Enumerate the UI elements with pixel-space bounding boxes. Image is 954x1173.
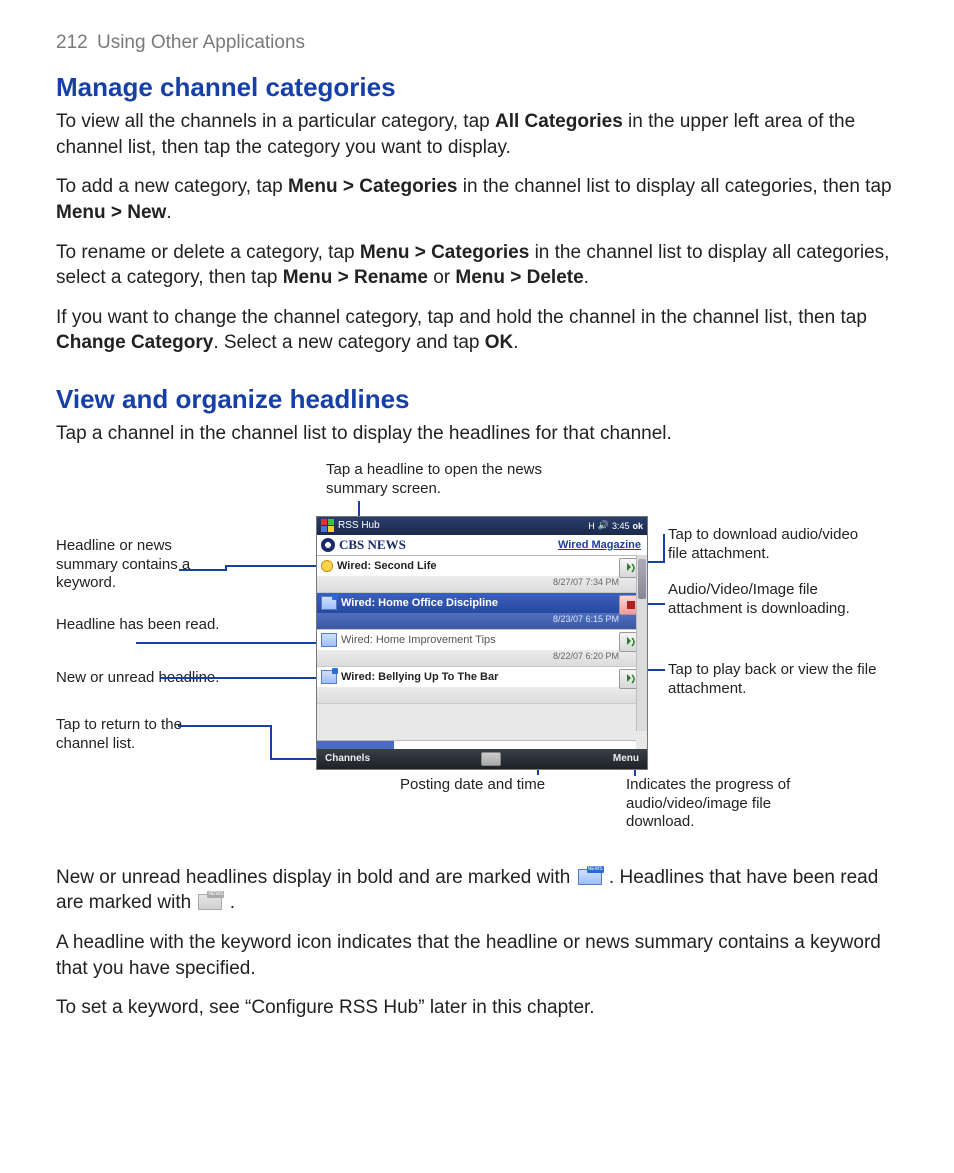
para: To rename or delete a category, tap Menu…	[56, 240, 898, 291]
para: To view all the channels in a particular…	[56, 109, 898, 160]
news-unread-icon	[578, 869, 602, 885]
windows-icon[interactable]	[321, 519, 334, 532]
clock: 3:45	[612, 521, 630, 531]
channel-brand: CBS NEWS	[317, 537, 406, 553]
headline-date	[317, 687, 647, 703]
signal-icon: H	[588, 521, 595, 531]
leader-line	[179, 569, 227, 571]
scrollbar-thumb[interactable]	[638, 559, 646, 599]
speaker-icon: 🔊	[598, 520, 609, 531]
download-progress	[317, 740, 636, 749]
download-progress-fill	[317, 741, 394, 749]
leader-line	[178, 725, 272, 727]
callout-keyword: Headline or news summary contains a keyw…	[56, 537, 226, 593]
para: New or unread headlines display in bold …	[56, 865, 898, 916]
callout-playback: Tap to play back or view the file attach…	[668, 661, 878, 699]
softkey-channels[interactable]: Channels	[325, 753, 370, 764]
chapter-title: Using Other Applications	[97, 32, 305, 53]
running-head: 212 Using Other Applications	[56, 32, 898, 54]
headline-row[interactable]: Wired: Bellying Up To The Bar	[317, 667, 647, 704]
scrollbar[interactable]	[636, 555, 647, 731]
magazine-link[interactable]: Wired Magazine	[558, 539, 647, 551]
headline-date: 8/22/07 6:20 PM	[317, 650, 647, 666]
headline-row[interactable]: Wired: Home Improvement Tips 8/22/07 6:2…	[317, 630, 647, 667]
headline-title: Wired: Home Improvement Tips	[341, 634, 496, 646]
callout-downloading: Audio/Video/Image file attachment is dow…	[668, 581, 878, 619]
headline-title: Wired: Bellying Up To The Bar	[341, 671, 498, 683]
leader-line	[136, 642, 326, 644]
app-title: RSS Hub	[338, 520, 380, 531]
section-title-manage: Manage channel categories	[56, 72, 898, 103]
headline-title: Wired: Home Office Discipline	[341, 597, 498, 609]
headline-title: Wired: Second Life	[337, 560, 437, 572]
headline-date: 8/27/07 7:34 PM	[317, 576, 647, 592]
softkey-bar: Channels Menu	[317, 749, 647, 769]
channel-header: CBS NEWS Wired Magazine	[317, 535, 647, 556]
headline-date: 8/23/07 6:15 PM	[317, 613, 647, 629]
para: To add a new category, tap Menu > Catego…	[56, 174, 898, 225]
headline-row[interactable]: Wired: Home Office Discipline 8/23/07 6:…	[317, 593, 647, 630]
ok-button[interactable]: ok	[632, 521, 643, 531]
softkey-menu[interactable]: Menu	[613, 753, 639, 764]
cbs-eye-icon	[321, 538, 335, 552]
leader-line	[270, 725, 272, 758]
para: If you want to change the channel catego…	[56, 305, 898, 356]
figure: Tap a headline to open the news summary …	[56, 461, 898, 861]
news-unread-icon	[321, 596, 337, 610]
callout-progress: Indicates the progress of audio/video/im…	[626, 776, 836, 832]
keyboard-icon[interactable]	[481, 752, 501, 766]
callout-read: Headline has been read.	[56, 616, 226, 635]
callout-date: Posting date and time	[400, 776, 545, 795]
status-bar: RSS Hub H 🔊 3:45 ok	[317, 517, 647, 535]
para: A headline with the keyword icon indicat…	[56, 930, 898, 981]
headline-row[interactable]: Wired: Second Life 8/27/07 7:34 PM	[317, 556, 647, 593]
device-screenshot: RSS Hub H 🔊 3:45 ok CBS NEWS Wired Magaz…	[316, 516, 648, 770]
para: Tap a channel in the channel list to dis…	[56, 421, 898, 447]
keyword-icon	[321, 560, 333, 572]
callout-top: Tap a headline to open the news summary …	[326, 461, 576, 499]
leader-line	[225, 565, 227, 571]
callout-return: Tap to return to the channel list.	[56, 716, 226, 754]
page-number: 212	[56, 32, 88, 53]
leader-line	[663, 534, 665, 563]
section-title-view: View and organize headlines	[56, 384, 898, 415]
callout-download: Tap to download audio/video file attachm…	[668, 526, 878, 564]
leader-line	[225, 565, 327, 567]
para: To set a keyword, see “Configure RSS Hub…	[56, 995, 898, 1021]
news-read-icon	[198, 894, 222, 910]
news-unread-icon	[321, 670, 337, 684]
leader-line	[160, 677, 326, 679]
news-read-icon	[321, 633, 337, 647]
